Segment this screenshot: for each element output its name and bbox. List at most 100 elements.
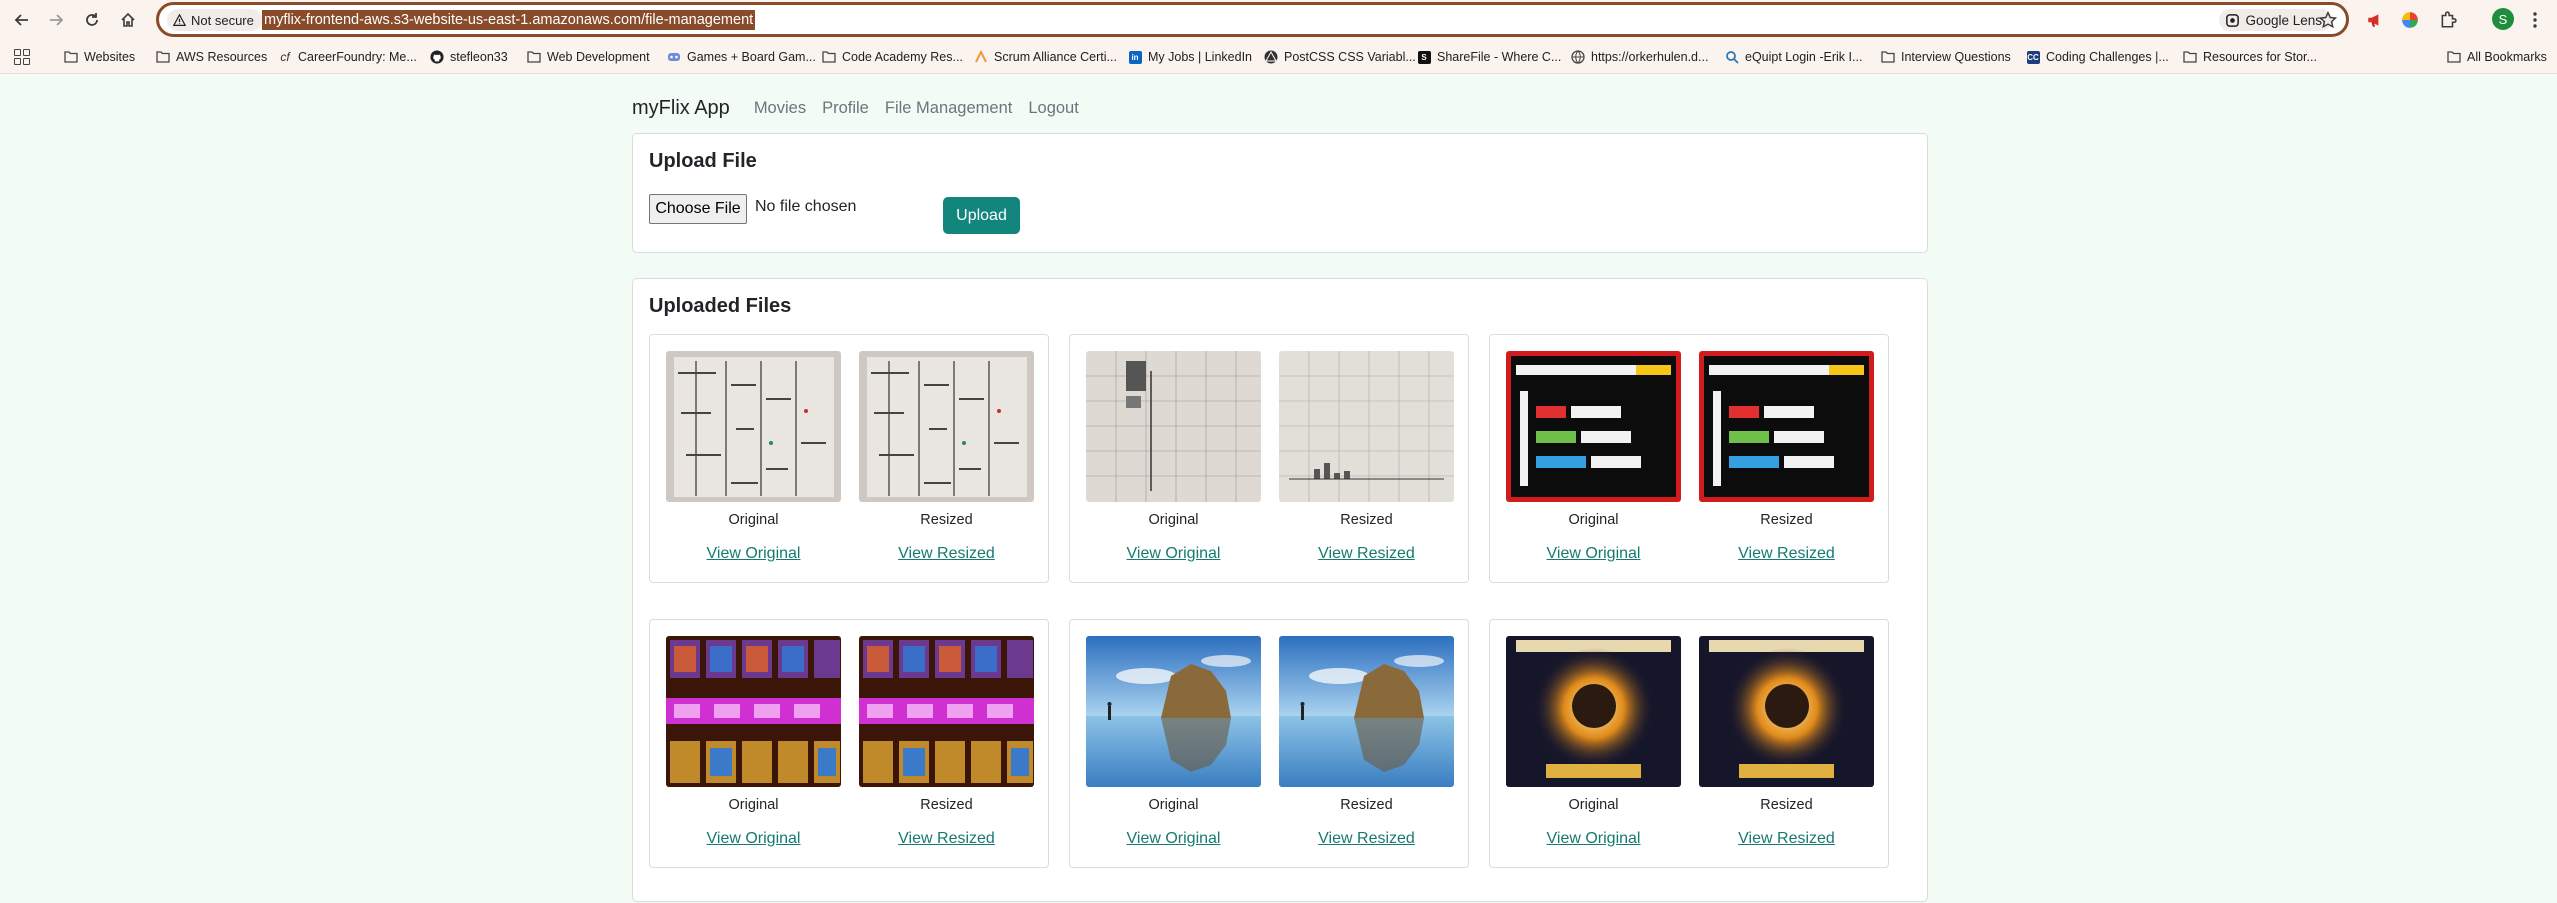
view-resized-link[interactable]: View Resized <box>859 830 1034 848</box>
resized-thumbnail[interactable] <box>1699 636 1874 787</box>
google-lens-button[interactable]: Google Lens <box>2219 9 2332 31</box>
bookmark-sharefile[interactable]: S ShareFile - Where C... <box>1417 47 1561 67</box>
reload-icon <box>86 13 98 26</box>
browser-toolbar: Not secure myflix-frontend-aws.s3-websit… <box>0 0 2557 40</box>
file-pair: Original Resized View Original View Resi… <box>1489 619 1889 868</box>
bookmark-coding-challenges[interactable]: CC Coding Challenges |... <box>2026 47 2169 67</box>
brand-logo[interactable]: myFlix App <box>632 97 730 120</box>
choose-file-button[interactable]: Choose File <box>649 194 747 224</box>
original-thumbnail[interactable] <box>666 351 841 502</box>
home-button[interactable] <box>114 6 142 34</box>
bookmark-games[interactable]: Games + Board Gam... <box>667 47 816 67</box>
linkedin-icon: in <box>1128 50 1142 64</box>
bookmark-orkerhulen[interactable]: https://orkerhulen.d... <box>1571 47 1708 67</box>
address-bar[interactable]: Not secure myflix-frontend-aws.s3-websit… <box>156 2 2349 37</box>
forward-arrow-icon <box>50 14 64 26</box>
app-navbar: myFlix App Movies Profile File Managemen… <box>632 93 1095 123</box>
original-caption: Original <box>728 512 779 528</box>
nav-link-file-management[interactable]: File Management <box>885 99 1012 118</box>
folder-icon <box>156 50 170 64</box>
file-pair: Original Resized View Original View Resi… <box>1069 619 1469 868</box>
reload-button[interactable] <box>78 6 106 34</box>
bookmark-interview-questions[interactable]: Interview Questions <box>1881 47 2011 67</box>
bookmark-label: Interview Questions <box>1901 50 2011 64</box>
view-resized-link[interactable]: View Resized <box>859 545 1034 563</box>
view-resized-link[interactable]: View Resized <box>1699 545 1874 563</box>
view-original-link[interactable]: View Original <box>1086 830 1261 848</box>
bookmark-label: https://orkerhulen.d... <box>1591 50 1709 64</box>
uploaded-files-card: Uploaded Files Original Resized View Ori… <box>632 278 1928 902</box>
bookmark-scrum-alliance[interactable]: Scrum Alliance Certi... <box>974 47 1117 67</box>
bookmark-label: Web Development <box>547 50 650 64</box>
careerfoundry-icon: cf <box>280 50 290 64</box>
bookmark-equipt[interactable]: eQuipt Login -Erik I... <box>1725 47 1862 67</box>
upload-button[interactable]: Upload <box>943 197 1020 234</box>
extensions-puzzle-icon[interactable] <box>2436 8 2460 32</box>
security-indicator[interactable]: Not secure <box>167 9 262 31</box>
resized-thumbnail[interactable] <box>859 636 1034 787</box>
back-arrow-icon <box>14 14 28 26</box>
beach-rocks-image <box>1086 636 1261 787</box>
bookmark-stefleon33[interactable]: stefleon33 <box>430 47 508 67</box>
folder-icon <box>64 50 78 64</box>
view-resized-link[interactable]: View Resized <box>1279 545 1454 563</box>
file-pair: Original Resized View Original View Resi… <box>1489 334 1889 583</box>
upload-card: Upload File Choose File No file chosen U… <box>632 133 1928 253</box>
url-text[interactable]: myflix-frontend-aws.s3-website-us-east-1… <box>262 10 756 30</box>
view-resized-link[interactable]: View Resized <box>1279 830 1454 848</box>
bookmark-label: stefleon33 <box>450 50 508 64</box>
bookmark-label: eQuipt Login -Erik I... <box>1745 50 1863 64</box>
original-caption: Original <box>1148 512 1199 528</box>
view-original-link[interactable]: View Original <box>1506 830 1681 848</box>
nav-link-movies[interactable]: Movies <box>754 99 806 118</box>
back-button[interactable] <box>8 6 36 34</box>
uploaded-files-title: Uploaded Files <box>649 295 792 317</box>
handwritten-table-image <box>666 351 841 502</box>
upload-title: Upload File <box>649 150 757 172</box>
original-thumbnail[interactable] <box>1086 351 1261 502</box>
bookmark-label: PostCSS CSS Variabl... <box>1284 50 1416 64</box>
profile-avatar[interactable]: S <box>2492 8 2514 30</box>
bookmark-aws-resources[interactable]: AWS Resources <box>156 47 267 67</box>
resized-caption: Resized <box>1340 512 1393 528</box>
resized-caption: Resized <box>1340 797 1393 813</box>
resized-thumbnail[interactable] <box>1699 351 1874 502</box>
menu-kebab-icon[interactable] <box>2532 11 2538 29</box>
original-caption: Original <box>728 797 779 813</box>
bookmark-careerfoundry[interactable]: cf CareerFoundry: Me... <box>278 47 417 67</box>
bookmark-websites[interactable]: Websites <box>64 47 135 67</box>
nav-link-profile[interactable]: Profile <box>822 99 869 118</box>
view-original-link[interactable]: View Original <box>666 830 841 848</box>
bookmark-label: Resources for Stor... <box>2203 50 2317 64</box>
nav-link-logout[interactable]: Logout <box>1028 99 1078 118</box>
announcement-extension-icon[interactable] <box>2363 8 2387 32</box>
resized-thumbnail[interactable] <box>1279 351 1454 502</box>
bookmark-star-icon[interactable] <box>2319 11 2337 29</box>
security-label: Not secure <box>191 12 254 28</box>
view-resized-link[interactable]: View Resized <box>1699 830 1874 848</box>
apps-grid-icon[interactable] <box>14 49 30 65</box>
original-thumbnail[interactable] <box>1086 636 1261 787</box>
page-content: myFlix App Movies Profile File Managemen… <box>0 75 2557 903</box>
view-original-link[interactable]: View Original <box>1086 545 1261 563</box>
view-original-link[interactable]: View Original <box>1506 545 1681 563</box>
home-icon <box>121 12 135 27</box>
original-thumbnail[interactable] <box>666 636 841 787</box>
bookmark-resources-stories[interactable]: Resources for Stor... <box>2183 47 2317 67</box>
color-picker-extension-icon[interactable] <box>2398 8 2422 32</box>
all-bookmarks-button[interactable]: All Bookmarks <box>2447 47 2547 67</box>
lens-icon <box>2226 13 2240 27</box>
google-lens-label: Google Lens <box>2245 12 2322 28</box>
resized-thumbnail[interactable] <box>859 351 1034 502</box>
forward-button[interactable] <box>42 6 70 34</box>
bookmark-linkedin[interactable]: in My Jobs | LinkedIn <box>1128 47 1252 67</box>
resized-thumbnail[interactable] <box>1279 636 1454 787</box>
bookmark-label: CareerFoundry: Me... <box>298 50 417 64</box>
original-thumbnail[interactable] <box>1506 636 1681 787</box>
view-original-link[interactable]: View Original <box>666 545 841 563</box>
bookmark-web-development[interactable]: Web Development <box>527 47 650 67</box>
math-patterns-poster-image <box>1506 351 1681 502</box>
bookmark-code-academy[interactable]: Code Academy Res... <box>822 47 963 67</box>
bookmark-postcss[interactable]: PostCSS CSS Variabl... <box>1264 47 1416 67</box>
original-thumbnail[interactable] <box>1506 351 1681 502</box>
